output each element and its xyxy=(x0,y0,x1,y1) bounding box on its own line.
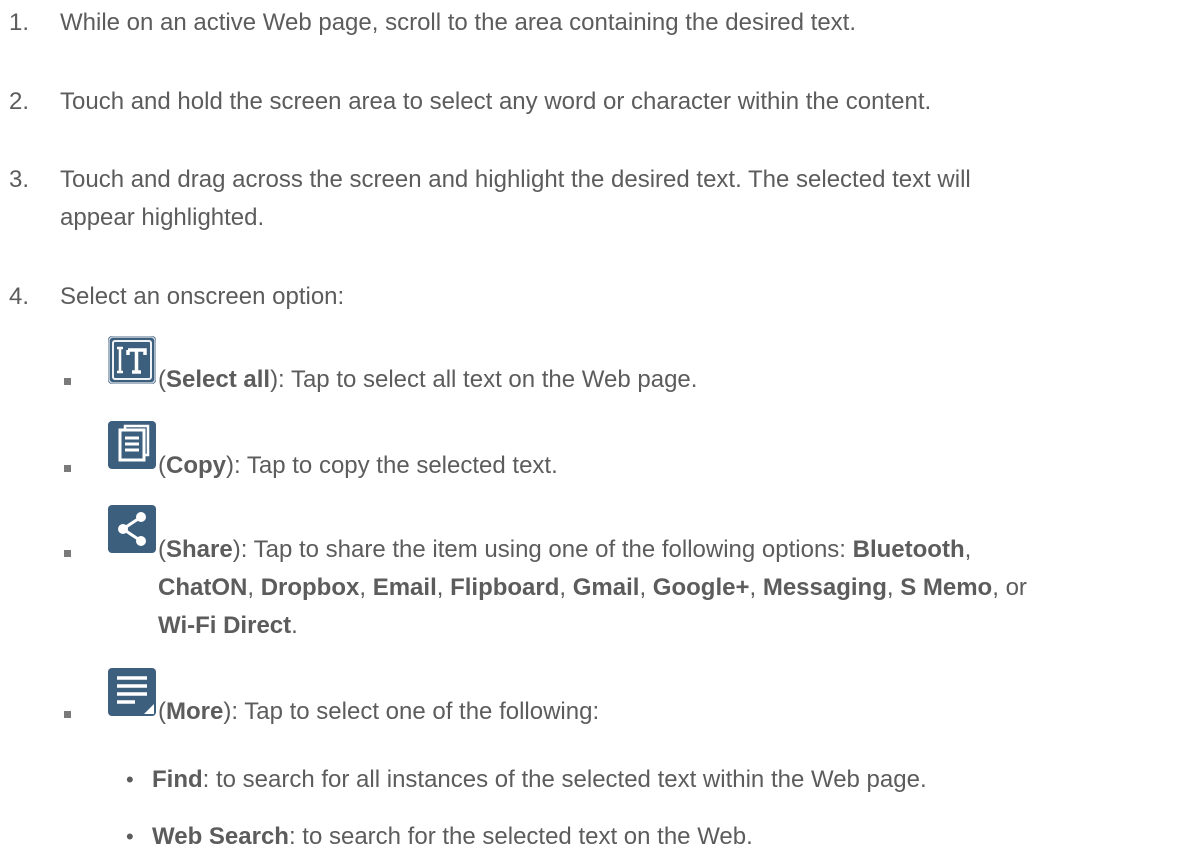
square-bullet xyxy=(64,465,71,472)
step-number: 3. xyxy=(9,166,30,193)
square-bullet xyxy=(64,711,71,718)
step-text: While on an active Web page, scroll to t… xyxy=(60,9,857,36)
step-number: 4. xyxy=(9,283,30,310)
option-description: (Share): Tap to share the item using one… xyxy=(158,536,1027,639)
more-icon xyxy=(108,668,156,716)
share-icon xyxy=(108,505,156,553)
option-label: More xyxy=(166,698,224,725)
option-label: Copy xyxy=(166,452,226,479)
step-text-line-2: appear highlighted. xyxy=(60,204,265,231)
step-text-line-1: Touch and drag across the screen and hig… xyxy=(60,166,971,193)
select-all-icon xyxy=(108,336,156,384)
option-label: Select all xyxy=(166,366,271,393)
round-bullet: • xyxy=(126,824,134,849)
step-number: 1. xyxy=(9,9,30,36)
more-item-text: Find: to search for all instances of the… xyxy=(152,766,927,793)
step-text: Touch and hold the screen area to select… xyxy=(60,88,932,115)
more-item-label: Find xyxy=(152,766,203,793)
option-description: (Select all): Tap to select all text on … xyxy=(158,366,698,393)
more-item-label: Web Search xyxy=(152,823,289,850)
more-item-text: Web Search: to search for the selected t… xyxy=(152,823,753,850)
option-description: (Copy): Tap to copy the selected text. xyxy=(158,452,558,479)
step-text: Touch and drag across the screen and hig… xyxy=(60,161,1170,237)
square-bullet xyxy=(64,378,71,385)
option-description: (More): Tap to select one of the followi… xyxy=(158,698,600,725)
copy-icon xyxy=(108,421,156,469)
step-number: 2. xyxy=(9,88,30,115)
round-bullet: • xyxy=(126,767,134,792)
square-bullet xyxy=(64,550,71,557)
step-text: Select an onscreen option: xyxy=(60,283,345,310)
option-label: Share xyxy=(166,536,233,563)
